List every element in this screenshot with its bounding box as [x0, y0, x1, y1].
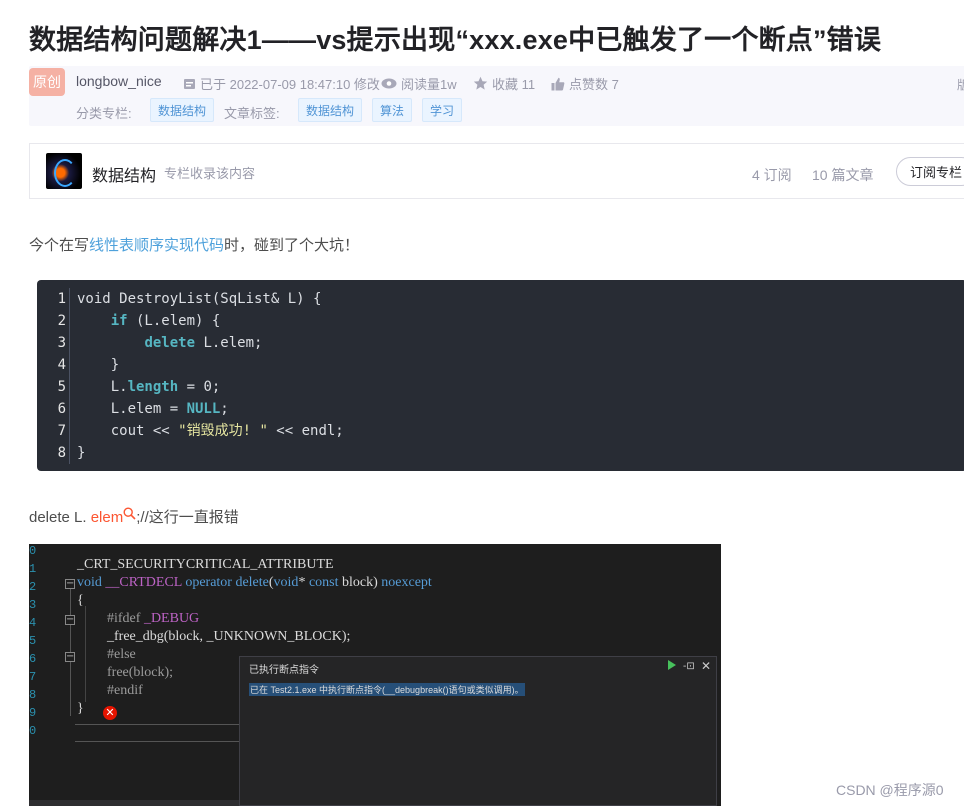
article-tag[interactable]: 学习 — [422, 98, 463, 122]
code-line: #ifdef _DEBUG — [107, 611, 200, 626]
date-info: 已于 2022-07-09 18:47:10 修改 — [183, 74, 380, 93]
thumbs-up-icon — [551, 77, 565, 90]
code-text: void DestroyList(SqList& L) { — [77, 291, 322, 307]
column-subscribers: 4 订阅 — [752, 167, 792, 183]
code-line: 7 cout << "销毁成功! " << endl; — [37, 420, 964, 442]
fold-toggle[interactable]: − — [65, 652, 75, 662]
calendar-icon — [184, 79, 195, 89]
date-label: 已于 2022-07-09 18:47:10 修改 — [200, 77, 380, 92]
exception-popup: 已执行断点指令 -⊡ ✕ 已在 Test2.1.exe 中执行断点指令(__de… — [239, 656, 717, 806]
line-number: 3 — [57, 335, 66, 351]
line-number: 3 — [29, 598, 37, 612]
line-number: 1 — [57, 291, 66, 307]
code-line: 2 if (L.elem) { — [37, 310, 964, 332]
code-line: #else — [107, 647, 136, 662]
original-badge: 原创 — [29, 68, 65, 96]
column-articles: 10 篇文章 — [812, 167, 874, 183]
close-icon[interactable]: ✕ — [701, 659, 711, 673]
line-number: 5 — [29, 634, 37, 648]
fold-toggle[interactable]: − — [65, 615, 75, 625]
favorites-label: 收藏 11 — [492, 77, 536, 92]
subscribe-column-button[interactable]: 订阅专栏 — [896, 157, 964, 186]
note-prefix: delete L. — [29, 509, 91, 526]
line-number: 2 — [57, 313, 66, 329]
code-text: if (L.elem) { — [110, 313, 221, 329]
popup-message: 已在 Test2.1.exe 中执行断点指令(__debugbreak()语句或… — [249, 683, 525, 696]
intro-prefix: 今个在写 — [29, 237, 90, 254]
article-title: 数据结构问题解决1——vs提示出现“xxx.exe中已触发了一个断点”错误 — [29, 25, 882, 55]
search-icon[interactable] — [123, 507, 136, 520]
code-line: 6 L.elem = NULL; — [37, 398, 964, 420]
line-number: 9 — [29, 706, 37, 720]
edge-label[interactable]: 版 — [957, 76, 964, 93]
star-icon — [473, 76, 488, 90]
pin-icon[interactable]: -⊡ — [683, 661, 695, 672]
line-number: 0 — [29, 724, 37, 738]
intro-link[interactable]: 线性表顺序实现代码 — [89, 237, 224, 254]
likes-info[interactable]: 点赞数 7 — [551, 74, 619, 93]
line-number: 2 — [29, 580, 37, 594]
continue-icon[interactable] — [668, 660, 676, 670]
line-number: 6 — [57, 401, 66, 417]
watermark: CSDN @程序源0 — [836, 782, 944, 798]
code-line: 8} — [37, 442, 964, 464]
popup-title: 已执行断点指令 — [249, 665, 319, 676]
column-description: 专栏收录该内容 — [164, 166, 256, 181]
article-tag[interactable]: 数据结构 — [298, 98, 363, 122]
code-line: _CRT_SECURITYCRITICAL_ATTRIBUTE — [77, 557, 334, 572]
column-name[interactable]: 数据结构 — [92, 162, 156, 186]
code-line: #endif — [107, 683, 143, 698]
line-number: 4 — [29, 616, 37, 630]
line-number: 8 — [57, 445, 66, 461]
code-block[interactable]: 1 void DestroyList(SqList& L) { 2 if (L.el… — [37, 280, 964, 471]
article-meta-bar: 原创 longbow_nice 已于 2022-07-09 18:47:10 修… — [29, 66, 964, 126]
line-number: 5 — [57, 379, 66, 395]
line-number: 1 — [29, 562, 37, 576]
code-line: free(block); — [107, 665, 174, 680]
code-line: void __CRTDECL operator delete(void* con… — [77, 575, 432, 590]
eye-icon — [381, 78, 397, 89]
category-label: 分类专栏: — [76, 106, 132, 121]
code-line: _free_dbg(block, _UNKNOWN_BLOCK); — [107, 629, 351, 644]
code-text: cout << "销毁成功! " << endl; — [77, 423, 344, 439]
note-keyword-link[interactable]: elem — [91, 509, 124, 526]
code-line: 4 } — [37, 354, 964, 376]
author-link[interactable]: longbow_nice — [76, 73, 162, 89]
code-line: 3 delete L.elem; — [37, 332, 964, 354]
line-number: 8 — [29, 688, 37, 702]
fold-toggle[interactable]: − — [65, 579, 75, 589]
code-text: } — [77, 445, 86, 461]
line-number: 7 — [29, 670, 37, 684]
code-line: { — [77, 593, 84, 608]
intro-suffix: 时，碰到了个大坑！ — [224, 237, 360, 254]
code-text: L.length = 0; — [77, 379, 221, 395]
code-text: L.elem = NULL; — [77, 401, 229, 417]
code-line: } — [77, 701, 84, 716]
category-tag[interactable]: 数据结构 — [150, 98, 215, 122]
article-tag[interactable]: 算法 — [372, 98, 413, 122]
note-paragraph: delete L. elem ;//这行一直报错 — [29, 506, 239, 527]
debugger-screenshot: 0 1 2 3 4 5 6 7 8 9 0 − − − _CRT_SECURIT… — [29, 544, 721, 806]
views-info: 阅读量1w — [381, 74, 457, 93]
line-number: 0 — [29, 544, 37, 558]
line-number: 6 — [29, 652, 37, 666]
favorites-info[interactable]: 收藏 11 — [473, 74, 535, 93]
code-text: } — [77, 357, 120, 373]
code-line: 5 L.length = 0; — [37, 376, 964, 398]
tags-label: 文章标签: — [224, 106, 280, 121]
column-card[interactable]: 数据结构 专栏收录该内容 4 订阅 10 篇文章 订阅专栏 — [29, 143, 964, 199]
views-label: 阅读量1w — [401, 77, 457, 92]
status-strip — [29, 800, 239, 806]
code-line: 1 void DestroyList(SqList& L) { — [37, 288, 964, 310]
intro-paragraph: 今个在写线性表顺序实现代码时，碰到了个大坑！ — [29, 234, 359, 255]
note-suffix: ;//这行一直报错 — [136, 509, 239, 526]
code-text: delete L.elem; — [144, 335, 263, 351]
line-number: 4 — [57, 357, 66, 373]
error-icon: ✕ — [103, 706, 117, 720]
indent-guide — [85, 606, 86, 702]
column-thumbnail — [46, 153, 82, 189]
line-number: 7 — [57, 423, 66, 439]
likes-label: 点赞数 7 — [569, 77, 619, 92]
